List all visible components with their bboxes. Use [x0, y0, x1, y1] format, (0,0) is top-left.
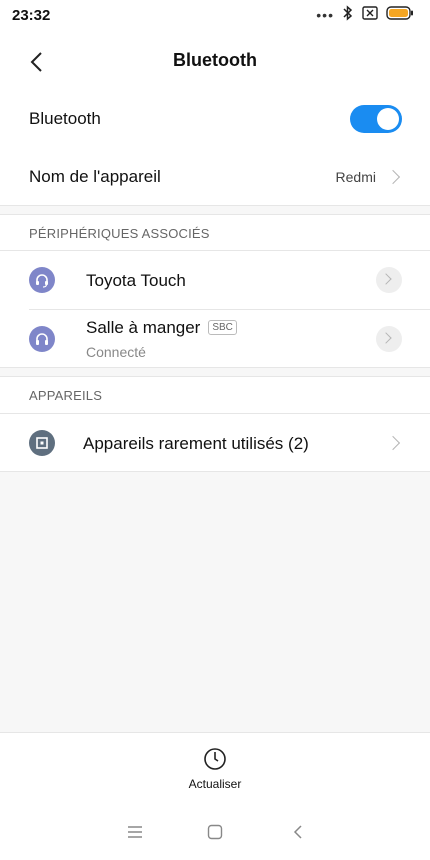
available-section-title: APPAREILS: [29, 388, 103, 403]
system-nav-bar: [0, 802, 430, 860]
device-name-label: Nom de l'appareil: [29, 167, 161, 186]
page-title: Bluetooth: [173, 49, 257, 70]
codec-badge: SBC: [208, 320, 237, 335]
back-arrow-icon[interactable]: [20, 46, 52, 78]
refresh-label[interactable]: Actualiser: [0, 777, 430, 791]
sim-x-icon: [362, 5, 378, 25]
toggle-knob: [377, 108, 399, 130]
chevron-right-icon: [380, 273, 392, 285]
headset-icon: [29, 267, 55, 293]
back-icon[interactable]: [288, 822, 308, 842]
settings-card: Bluetooth Nom de l'appareil Redmi: [0, 90, 430, 206]
battery-icon: [386, 5, 414, 25]
chevron-right-icon: [385, 169, 401, 185]
paired-devices-section: PÉRIPHÉRIQUES ASSOCIÉS Toyota Touch Sall…: [0, 214, 430, 368]
device-name-row[interactable]: Nom de l'appareil Redmi: [0, 148, 430, 206]
bluetooth-row[interactable]: Bluetooth: [0, 90, 430, 148]
more-dots-icon: •••: [316, 7, 334, 23]
paired-device-row[interactable]: Salle à manger SBC Connecté: [0, 310, 430, 368]
device-name: Toyota Touch: [86, 271, 186, 290]
bluetooth-label: Bluetooth: [29, 109, 101, 128]
available-devices-section: APPAREILS Appareils rarement utilisés (2…: [0, 376, 430, 472]
rarely-used-devices-row[interactable]: Appareils rarement utilisés (2): [0, 414, 430, 472]
chevron-right-icon: [385, 435, 401, 451]
bluetooth-toggle[interactable]: [350, 105, 402, 133]
device-icon: [29, 430, 55, 456]
headphones-icon: [29, 326, 55, 352]
paired-section-title: PÉRIPHÉRIQUES ASSOCIÉS: [29, 226, 210, 241]
status-icons: •••: [316, 4, 414, 26]
home-icon[interactable]: [205, 822, 225, 842]
connection-status: Connecté: [86, 344, 146, 360]
refresh-bar: Actualiser: [0, 732, 430, 802]
menu-icon[interactable]: [125, 822, 145, 842]
device-details-button[interactable]: [376, 267, 402, 293]
bluetooth-icon: [342, 4, 354, 26]
status-time: 23:32: [12, 6, 51, 24]
rarely-used-label: Appareils rarement utilisés (2): [83, 434, 309, 453]
device-details-button[interactable]: [376, 326, 402, 352]
chevron-right-icon: [380, 332, 392, 344]
app-header: Bluetooth: [0, 30, 430, 90]
status-bar: 23:32 •••: [0, 0, 430, 30]
paired-device-row[interactable]: Toyota Touch: [0, 251, 430, 309]
refresh-icon[interactable]: [203, 747, 227, 771]
device-name: Salle à manger: [86, 318, 201, 337]
device-title-line: Salle à manger SBC: [86, 318, 237, 338]
device-name-value: Redmi: [335, 169, 376, 185]
